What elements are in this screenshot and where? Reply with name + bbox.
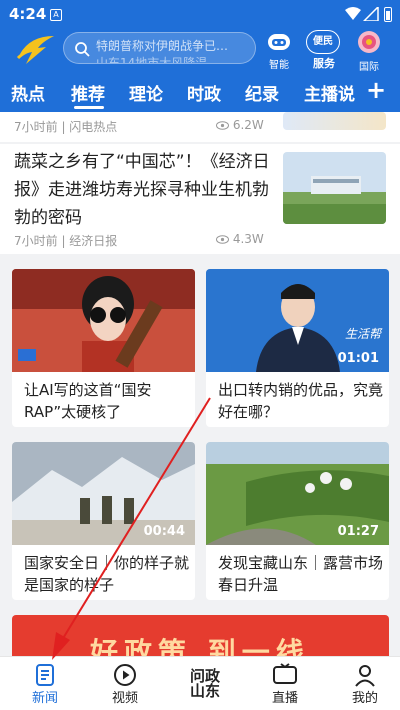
list-item[interactable]: 7小时前 | 闪电热点 6.2W [0,112,400,142]
status-bar: 4:24 A [0,0,400,30]
video-thumbnail: 01:27 [206,442,389,545]
add-channel-button[interactable]: + [366,78,386,102]
search-icon [75,42,90,57]
nav-news[interactable]: 新闻 [10,657,80,710]
nav-mine-label: 我的 [351,691,378,706]
video-card[interactable]: 01:27 发现宝藏山东｜露营市场春日升温 [206,442,389,600]
tab-documentary[interactable]: 纪录 [245,80,279,105]
play-icon [114,664,136,686]
wifi-icon [345,7,361,20]
eye-icon [216,235,229,244]
live-tv-icon [273,663,297,684]
article-views: 4.3W [216,232,264,246]
nav-video-label: 视频 [111,691,138,706]
video-thumbnail: 生活帮 01:01 [206,269,389,372]
item-views: 6.2W [216,118,264,132]
search-input[interactable]: 特朗普称对伊朗战争已… 山东14地市大风降温… [63,32,256,64]
status-time: 4:24 [9,5,47,23]
user-icon [355,665,375,687]
item-meta: 7小时前 | 闪电热点 [14,120,118,134]
tab-anchor[interactable]: 主播说 [304,80,355,105]
video-card[interactable]: 生活帮 01:01 出口转内销的优品，究竟好在哪？ [206,269,389,427]
video-thumbnail [12,269,195,372]
robot-icon [268,34,290,50]
bottom-nav: 新闻 视频 问政山东 直播 我的 [0,656,400,710]
wenzheng-icon: 问政山东 [189,667,220,700]
tab-politics[interactable]: 时政 [187,80,221,105]
article-title: 蔬菜之乡有了“中国芯”！《经济日报》走进潍坊寿光探寻种业生机勃勃的密码 [14,152,270,228]
video-card[interactable]: 让AI写的这首“国安RAP”太硬核了 [12,269,195,427]
top-bar: 4:24 A 特朗普称对伊朗战争已… 山东14地市大风降温… 智能 便民 服务 … [0,0,400,112]
video-duration: 01:01 [337,351,379,366]
nav-news-label: 新闻 [31,691,58,706]
news-feed[interactable]: 7小时前 | 闪电热点 6.2W 蔬菜之乡有了“中国芯”！《经济日报》走进潍坊寿… [0,112,400,660]
video-thumbnail: 00:44 [12,442,195,545]
smart-label: 智能 [269,60,289,71]
international-shortcut[interactable]: 国际 [352,30,386,73]
active-tab-indicator [74,106,104,109]
article-meta: 7小时前 | 经济日报 [14,234,118,248]
video-duration: 00:44 [143,524,185,539]
globe-flower-icon [358,31,380,53]
eye-icon [216,121,229,130]
app-logo-icon[interactable] [16,32,58,66]
video-title: 让AI写的这首“国安RAP”太硬核了 [24,381,152,421]
smart-shortcut[interactable]: 智能 [262,30,296,71]
service-icon: 便民 [306,30,340,54]
article-thumbnail [283,112,386,130]
promo-banner[interactable]: 好政策 到一线 [12,615,389,660]
notification-icon: A [50,9,62,21]
tab-hot[interactable]: 热点 [11,80,45,105]
video-overlay-text: 生活帮 [344,327,381,341]
nav-mine[interactable]: 我的 [330,657,400,710]
service-label: 服务 [313,57,335,70]
nav-live[interactable]: 直播 [250,657,320,710]
nav-wenzheng[interactable]: 问政山东 [170,657,240,710]
nav-live-label: 直播 [271,691,298,706]
news-icon [36,664,54,686]
list-item[interactable]: 蔬菜之乡有了“中国芯”！《经济日报》走进潍坊寿光探寻种业生机勃勃的密码 7小时前… [0,144,400,254]
search-placeholder: 特朗普称对伊朗战争已… [96,39,229,53]
article-thumbnail [283,152,386,224]
service-shortcut[interactable]: 便民 服务 [306,30,342,71]
video-title: 国家安全日｜你的样子就是国家的样子 [24,554,190,594]
search-placeholder-next: 山东14地市大风降温… [96,56,220,64]
video-card[interactable]: 00:44 国家安全日｜你的样子就是国家的样子 [12,442,195,600]
video-title: 出口转内销的优品，究竟好在哪？ [218,381,384,421]
signal-icon [363,7,379,21]
battery-icon [384,7,392,22]
video-duration: 01:27 [337,524,379,539]
video-title: 发现宝藏山东｜露营市场春日升温 [218,554,384,594]
tab-recommend[interactable]: 推荐 [71,80,105,105]
channel-tabs: 热点 推荐 理论 时政 纪录 主播说 + [0,74,400,112]
international-label: 国际 [359,62,379,73]
nav-video[interactable]: 视频 [90,657,160,710]
tab-theory[interactable]: 理论 [129,80,163,105]
